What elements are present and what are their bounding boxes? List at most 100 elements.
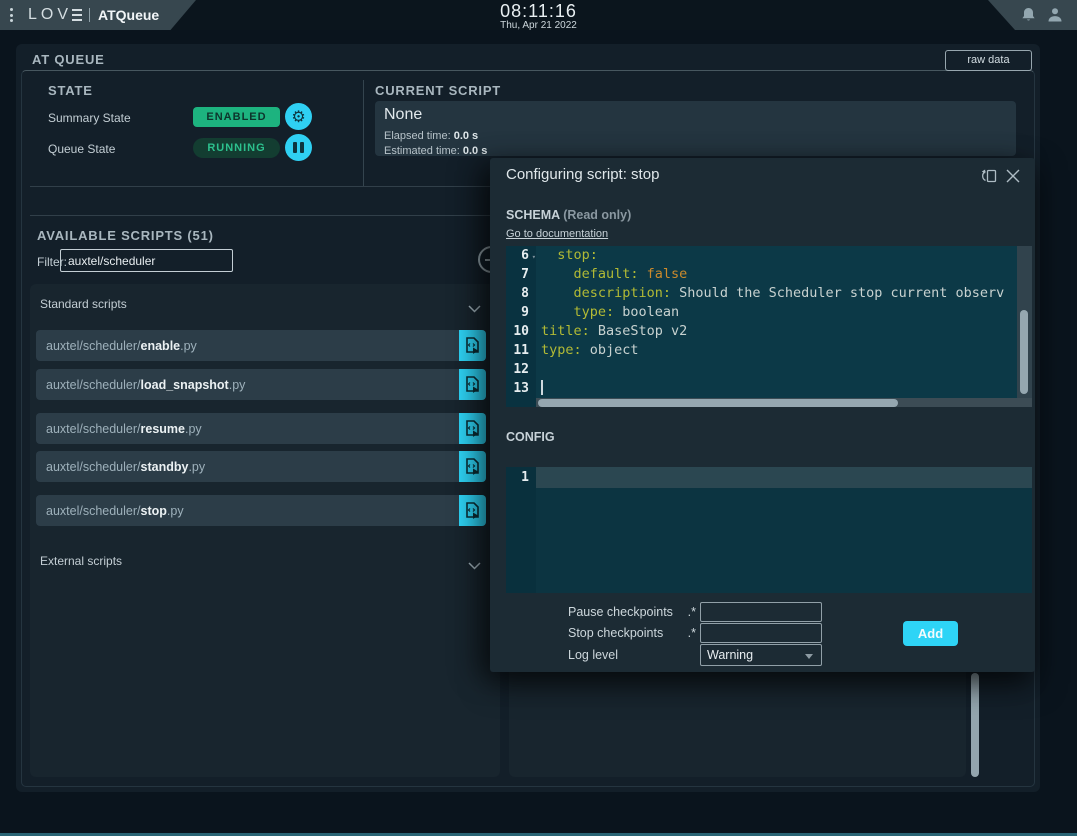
- logo-divider: [89, 8, 90, 22]
- script-row[interactable]: auxtel/scheduler/resume.py: [36, 413, 486, 444]
- current-script-panel: None Elapsed time: 0.0 s Estimated time:…: [375, 101, 1016, 156]
- close-icon[interactable]: [1006, 169, 1020, 188]
- clock: 08:11:16 Thu, Apr 21 2022: [500, 1, 577, 31]
- panel-title: AT QUEUE: [32, 52, 105, 67]
- launch-script-button[interactable]: [459, 413, 486, 444]
- horizontal-scrollbar[interactable]: [506, 398, 1032, 407]
- pause-checkpoints-input[interactable]: [700, 602, 822, 622]
- menu-kebab-icon[interactable]: [10, 8, 13, 22]
- code-line: 8 description: Should the Scheduler stop…: [506, 284, 1032, 303]
- elapsed-time: Elapsed time: 0.0 s: [384, 130, 478, 142]
- code-line: 12: [506, 360, 1032, 379]
- queue-state-label: Queue State: [48, 142, 115, 156]
- queue-state-badge: RUNNING: [193, 138, 280, 158]
- elapsed-time-value: 0.0 s: [454, 130, 478, 142]
- log-level-value: Warning: [707, 648, 753, 662]
- stop-checkpoints-input[interactable]: [700, 623, 822, 643]
- filter-input[interactable]: [60, 249, 233, 272]
- atqueue-screen: LOV ATQueue 08:11:16 Thu, Apr 21 2022 AT…: [0, 0, 1077, 836]
- modal-title: Configuring script: stop: [506, 166, 659, 183]
- summary-state-badge: ENABLED: [193, 107, 280, 127]
- love-logo-e-icon: [72, 9, 82, 22]
- dropdown-caret-icon: [805, 654, 813, 659]
- script-row[interactable]: auxtel/scheduler/standby.py: [36, 451, 486, 482]
- header-right-tab: [987, 0, 1077, 30]
- code-line: 7 default: false: [506, 265, 1032, 284]
- config-heading: CONFIG: [506, 430, 555, 444]
- stop-checkpoints-pattern: .*: [678, 626, 696, 640]
- schema-readonly-note: (Read only): [560, 208, 632, 222]
- love-logo: LOV: [28, 6, 72, 24]
- notifications-bell-icon[interactable]: [1021, 7, 1036, 23]
- code-line: 9 type: boolean: [506, 303, 1032, 322]
- script-path: auxtel/scheduler/enable.py: [36, 339, 197, 353]
- schema-heading: SCHEMA (Read only): [506, 208, 631, 222]
- vertical-scrollbar[interactable]: [1017, 246, 1032, 398]
- pause-checkpoints-pattern: .*: [678, 605, 696, 619]
- launch-script-button[interactable]: [459, 330, 486, 361]
- active-line: [536, 467, 1032, 488]
- current-script-heading: CURRENT SCRIPT: [375, 83, 501, 98]
- script-row[interactable]: auxtel/scheduler/stop.py: [36, 495, 486, 526]
- script-row[interactable]: auxtel/scheduler/load_snapshot.py: [36, 369, 486, 400]
- available-scripts-heading: AVAILABLE SCRIPTS (51): [37, 228, 214, 243]
- available-scripts-list: Standard scripts auxtel/scheduler/enable…: [30, 284, 500, 777]
- launch-script-button[interactable]: [459, 451, 486, 482]
- script-path: auxtel/scheduler/load_snapshot.py: [36, 378, 245, 392]
- launch-script-button[interactable]: [459, 495, 486, 526]
- vertical-divider: [363, 80, 364, 186]
- configure-script-modal: Configuring script: stop SCHEMA (Read on…: [490, 158, 1035, 672]
- script-file-icon: [465, 337, 480, 354]
- date-display: Thu, Apr 21 2022: [500, 20, 577, 31]
- code-line: 6▾ stop:: [506, 246, 1032, 265]
- user-account-icon[interactable]: [1047, 7, 1063, 23]
- script-file-icon: [465, 502, 480, 519]
- log-level-select[interactable]: Warning: [700, 644, 822, 666]
- scrollbar-thumb[interactable]: [1020, 310, 1028, 394]
- gear-icon: ⚙: [291, 107, 305, 127]
- schema-title: SCHEMA: [506, 208, 560, 222]
- text-cursor: [541, 380, 543, 395]
- raw-data-button[interactable]: raw data: [945, 50, 1032, 71]
- script-path: auxtel/scheduler/standby.py: [36, 460, 205, 474]
- standard-scripts-group[interactable]: Standard scripts: [40, 297, 127, 311]
- pause-checkpoints-label: Pause checkpoints: [568, 605, 673, 619]
- estimated-time-value: 0.0 s: [463, 145, 487, 157]
- code-line: 10title: BaseStop v2: [506, 322, 1032, 341]
- top-bar: LOV ATQueue 08:11:16 Thu, Apr 21 2022: [0, 0, 1077, 30]
- schema-editor[interactable]: 6▾ stop: 7 default: false 8 description:…: [506, 246, 1032, 407]
- current-script-name: None: [384, 106, 422, 124]
- script-row[interactable]: auxtel/scheduler/enable.py: [36, 330, 486, 361]
- script-file-icon: [465, 458, 480, 475]
- config-editor[interactable]: 1: [506, 467, 1032, 593]
- launch-script-button[interactable]: [459, 369, 486, 400]
- code-line: 1: [506, 467, 1032, 488]
- code-line: 13: [506, 379, 1032, 398]
- script-path: auxtel/scheduler/resume.py: [36, 422, 202, 436]
- external-scripts-group[interactable]: External scripts: [40, 554, 122, 568]
- chevron-down-icon[interactable]: [468, 300, 481, 318]
- documentation-link[interactable]: Go to documentation: [506, 228, 608, 240]
- pause-icon: [293, 142, 304, 153]
- stop-checkpoints-label: Stop checkpoints: [568, 626, 663, 640]
- app-title: ATQueue: [98, 7, 159, 23]
- script-file-icon: [465, 376, 480, 393]
- schema-editor-rows: 6▾ stop: 7 default: false 8 description:…: [506, 246, 1032, 398]
- elapsed-time-label: Elapsed time:: [384, 130, 454, 142]
- pause-queue-button[interactable]: [285, 134, 312, 161]
- detach-window-icon[interactable]: [979, 168, 998, 189]
- script-path: auxtel/scheduler/stop.py: [36, 504, 184, 518]
- summary-state-settings-button[interactable]: ⚙: [285, 103, 312, 130]
- chevron-down-icon[interactable]: [468, 557, 481, 575]
- scrollbar-thumb[interactable]: [971, 673, 979, 777]
- header-left-tab: LOV ATQueue: [0, 0, 196, 30]
- state-heading: STATE: [48, 83, 93, 98]
- log-level-label: Log level: [568, 648, 618, 662]
- script-file-icon: [465, 420, 480, 437]
- estimated-time-label: Estimated time:: [384, 145, 463, 157]
- config-editor-body: [506, 488, 1032, 593]
- estimated-time: Estimated time: 0.0 s: [384, 145, 487, 157]
- time-display: 08:11:16: [500, 1, 577, 22]
- scrollbar-thumb[interactable]: [538, 399, 898, 407]
- add-button[interactable]: Add: [903, 621, 958, 646]
